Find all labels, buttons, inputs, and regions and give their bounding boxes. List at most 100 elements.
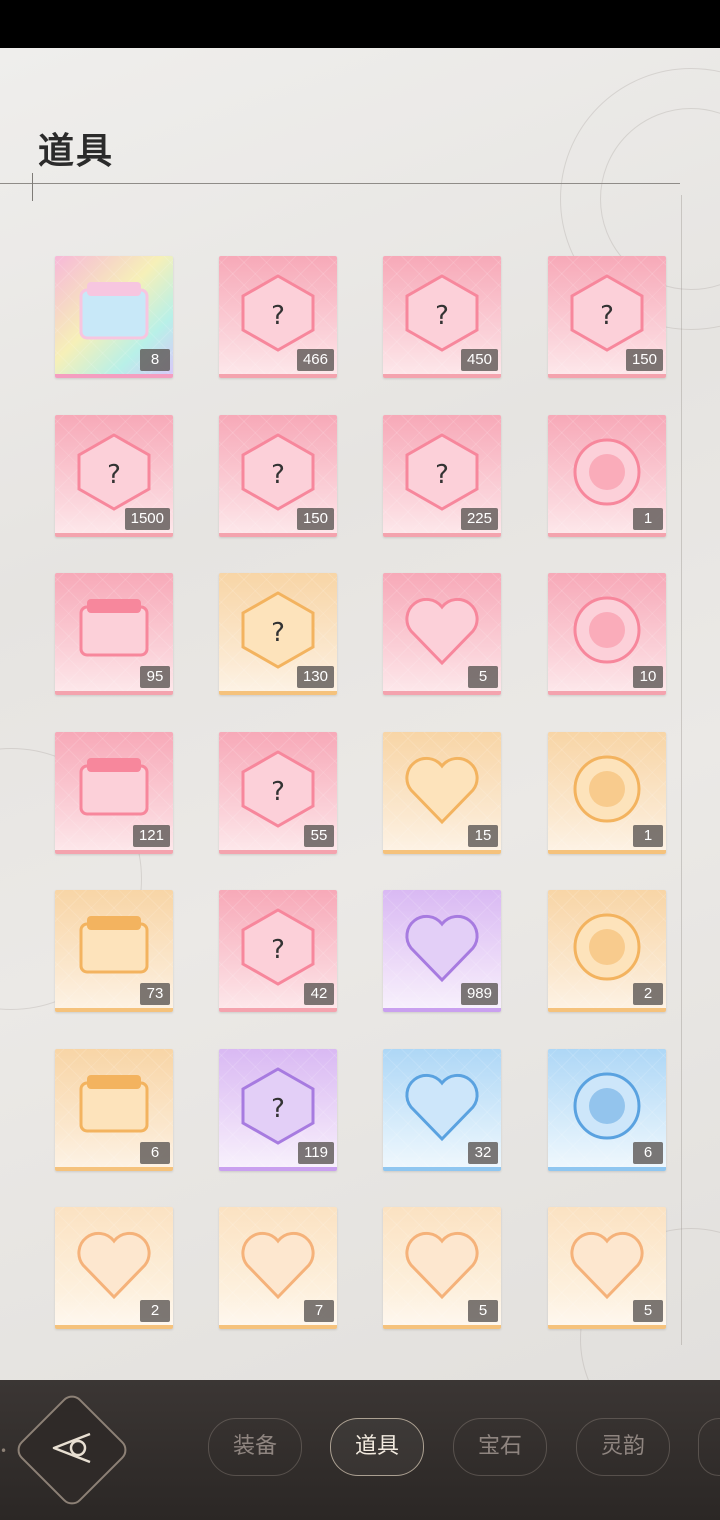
blue-mystery-box-icon: ?: [69, 427, 159, 517]
heart-frame-fox-icon: [562, 1219, 652, 1309]
rainbow-gift-pack-icon: [69, 268, 159, 358]
pink-mystery-box-icon: ?: [562, 268, 652, 358]
svg-text:?: ?: [271, 301, 285, 331]
item-slot[interactable]: 1: [548, 415, 666, 537]
heart-frame-green-spirit-icon: [69, 1219, 159, 1309]
item-count: 5: [468, 666, 498, 688]
title-divider: [0, 183, 680, 184]
item-slot[interactable]: 73: [55, 890, 173, 1012]
item-count: 95: [140, 666, 170, 688]
item-count: 5: [633, 1300, 663, 1322]
item-count: 1500: [124, 508, 170, 530]
svg-text:?: ?: [271, 1094, 285, 1124]
cat-card-icon: [397, 744, 487, 834]
svg-text:?: ?: [435, 301, 449, 331]
item-count: 8: [140, 349, 170, 371]
item-slot[interactable]: ? 150: [548, 256, 666, 378]
item-count: 150: [625, 349, 663, 371]
svg-text:?: ?: [271, 460, 285, 490]
item-count: 15: [468, 825, 498, 847]
item-count: 121: [132, 825, 170, 847]
item-count: 6: [140, 1142, 170, 1164]
item-count: 10: [633, 666, 663, 688]
item-count: 6: [633, 1142, 663, 1164]
item-count: 7: [304, 1300, 334, 1322]
item-slot[interactable]: 2: [548, 890, 666, 1012]
item-count: 225: [460, 508, 498, 530]
item-slot[interactable]: ? 130: [219, 573, 337, 695]
pet-food-can-icon: [397, 1061, 487, 1151]
item-slot[interactable]: ? 1500: [55, 415, 173, 537]
blue-crystal-icon: ?: [233, 902, 323, 992]
pink-card-box-icon: [562, 427, 652, 517]
item-slot[interactable]: 121: [55, 732, 173, 854]
item-count: 2: [633, 983, 663, 1005]
item-count: 73: [140, 983, 170, 1005]
item-slot[interactable]: 95: [55, 573, 173, 695]
flower-coin-icon: [397, 902, 487, 992]
item-count: 1: [633, 825, 663, 847]
svg-text:?: ?: [271, 777, 285, 807]
background: [0, 48, 720, 1380]
energy-drink-can-icon: [562, 902, 652, 992]
item-slot[interactable]: 5: [383, 573, 501, 695]
fashion-ticket-icon: [69, 744, 159, 834]
item-slot[interactable]: 1: [548, 732, 666, 854]
item-slot[interactable]: ? 55: [219, 732, 337, 854]
item-slot[interactable]: 15: [383, 732, 501, 854]
back-arrow-icon[interactable]: [44, 1424, 96, 1472]
item-count: 5: [468, 1300, 498, 1322]
item-count: 130: [296, 666, 334, 688]
purple-photo-card-icon: ?: [233, 1061, 323, 1151]
item-count: 119: [298, 1142, 334, 1164]
item-count: 42: [304, 983, 334, 1005]
gold-mystery-box-icon: ?: [397, 268, 487, 358]
star-photo-ticket-icon: ?: [233, 744, 323, 834]
tab-next-partial[interactable]: [698, 1418, 720, 1476]
item-slot[interactable]: ? 450: [383, 256, 501, 378]
item-slot[interactable]: 32: [383, 1049, 501, 1171]
item-count: 989: [460, 983, 498, 1005]
dress-coin-icon: [562, 585, 652, 675]
item-slot[interactable]: 5: [548, 1207, 666, 1329]
svg-text:?: ?: [271, 935, 285, 965]
tab-items[interactable]: 道具: [330, 1418, 424, 1476]
item-slot[interactable]: 989: [383, 890, 501, 1012]
item-slot[interactable]: 5: [383, 1207, 501, 1329]
item-count: 450: [460, 349, 498, 371]
item-slot[interactable]: 7: [219, 1207, 337, 1329]
item-count: 466: [296, 349, 334, 371]
tab-gems[interactable]: 宝石: [453, 1418, 547, 1476]
gold-photo-ticket-icon: [69, 902, 159, 992]
svg-text:?: ?: [107, 460, 121, 490]
heart-key-icon: [397, 585, 487, 675]
svg-text:?: ?: [435, 460, 449, 490]
item-slot[interactable]: 8: [55, 256, 173, 378]
item-count: 55: [304, 825, 334, 847]
status-bar: [0, 0, 720, 48]
crystal-orb-icon: [562, 744, 652, 834]
item-slot[interactable]: ? 466: [219, 256, 337, 378]
item-slot[interactable]: ? 225: [383, 415, 501, 537]
item-slot[interactable]: ? 150: [219, 415, 337, 537]
title-divider-tick: [32, 173, 33, 201]
pink-mystery-shard-icon: [69, 585, 159, 675]
gold-mystery-shard-icon: ?: [233, 585, 323, 675]
green-mystery-box-icon: ?: [233, 427, 323, 517]
side-divider: [681, 195, 682, 1345]
purple-mystery-box-icon: ?: [397, 427, 487, 517]
item-slot[interactable]: 6: [55, 1049, 173, 1171]
item-slot[interactable]: 6: [548, 1049, 666, 1171]
item-slot[interactable]: 10: [548, 573, 666, 695]
ice-crystals-icon: [562, 1061, 652, 1151]
item-slot[interactable]: ? 119: [219, 1049, 337, 1171]
item-slot[interactable]: 2: [55, 1207, 173, 1329]
heart-frame-pink-spirit-icon: [233, 1219, 323, 1309]
page-title: 道具: [38, 130, 115, 172]
tab-spirit[interactable]: 灵韵: [576, 1418, 670, 1476]
tab-equipment[interactable]: 装备: [208, 1418, 302, 1476]
svg-text:?: ?: [271, 618, 285, 648]
pink-treasure-chest-icon: ?: [233, 268, 323, 358]
item-slot[interactable]: ? 42: [219, 890, 337, 1012]
item-count: 2: [140, 1300, 170, 1322]
